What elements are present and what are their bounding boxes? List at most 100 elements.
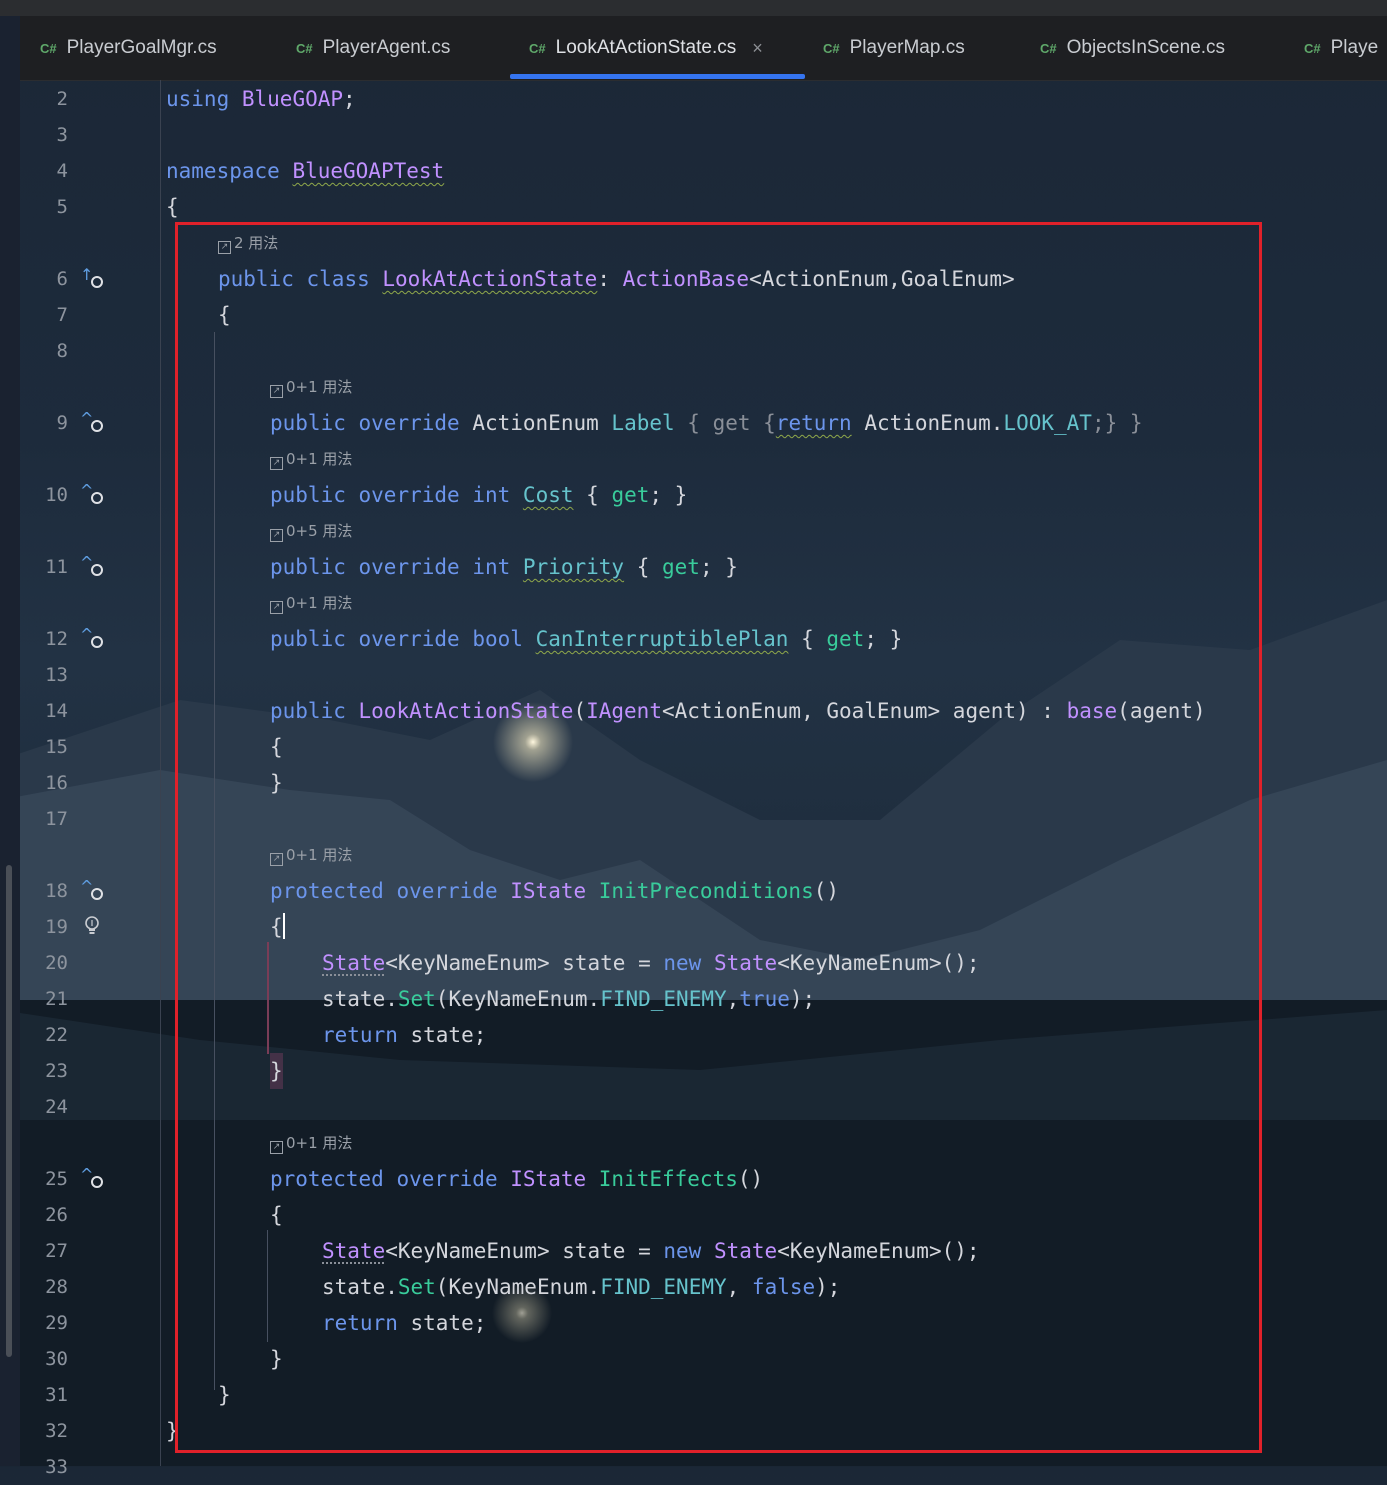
- code-line-16: 16 }: [0, 765, 1387, 801]
- code-line-18: 18 ^ protected override IState InitPreco…: [0, 873, 1387, 909]
- line-number: 20: [45, 952, 68, 974]
- line-number: 33: [45, 1456, 68, 1478]
- line-number: 24: [45, 1096, 68, 1118]
- code-line-23: 23 }: [0, 1053, 1387, 1089]
- line-number: 6: [56, 268, 68, 290]
- code-line-19: 19 {: [0, 909, 1387, 945]
- overrides-icon[interactable]: ^: [80, 625, 104, 651]
- code-line-5: 5 {: [0, 189, 1387, 225]
- line-number: 3: [56, 124, 68, 146]
- line-number: 21: [45, 988, 68, 1010]
- line-number: 11: [45, 556, 68, 578]
- usages-hint[interactable]: ↗ 2 用法: [218, 230, 278, 256]
- line-number: 23: [45, 1060, 68, 1082]
- code-line-32: 32 }: [0, 1413, 1387, 1449]
- overrides-icon[interactable]: ^: [80, 1165, 104, 1191]
- line-number: 18: [45, 880, 68, 902]
- line-number: 28: [45, 1276, 68, 1298]
- code-line-20: 20 State<KeyNameEnum> state = new State<…: [0, 945, 1387, 981]
- code-line-27: 27 State<KeyNameEnum> state = new State<…: [0, 1233, 1387, 1269]
- line-number: 22: [45, 1024, 68, 1046]
- line-number: 10: [45, 484, 68, 506]
- code-line-28: 28 state.Set(KeyNameEnum.FIND_ENEMY, fal…: [0, 1269, 1387, 1305]
- tab-label: LookAtActionState.cs: [555, 37, 737, 58]
- usages-icon: ↗: [270, 385, 283, 398]
- overrides-icon[interactable]: ^: [80, 877, 104, 903]
- line-number: 15: [45, 736, 68, 758]
- code-line-8: 8: [0, 333, 1387, 369]
- line-number: 16: [45, 772, 68, 794]
- usages-hint[interactable]: ↗ 0+5 用法: [270, 518, 352, 544]
- line-number: 31: [45, 1384, 68, 1406]
- usages-hint[interactable]: ↗ 0+1 用法: [270, 590, 352, 616]
- code-line-30: 30 }: [0, 1341, 1387, 1377]
- usages-hint[interactable]: ↗ 0+1 用法: [270, 374, 352, 400]
- tab-player-truncated[interactable]: C# Playe: [1304, 16, 1378, 80]
- line-number: 5: [56, 196, 68, 218]
- line-number: 2: [56, 88, 68, 110]
- csharp-file-icon: C#: [40, 40, 57, 56]
- keyword: using: [166, 87, 230, 111]
- line-number: 25: [45, 1168, 68, 1190]
- usages-icon: ↗: [270, 853, 283, 866]
- code-line-15: 15 {: [0, 729, 1387, 765]
- text-caret: [282, 913, 285, 939]
- csharp-file-icon: C#: [529, 40, 546, 56]
- code-line-21: 21 state.Set(KeyNameEnum.FIND_ENEMY,true…: [0, 981, 1387, 1017]
- tab-player-agent[interactable]: C# PlayerAgent.cs: [296, 16, 450, 80]
- tab-label: PlayerGoalMgr.cs: [66, 37, 217, 58]
- lightbulb-icon[interactable]: [84, 915, 100, 937]
- code-line-4: 4 namespace BlueGOAPTest: [0, 153, 1387, 189]
- code-line-22: 22 return state;: [0, 1017, 1387, 1053]
- code-line-11: 11 ^ public override int Priority { get;…: [0, 549, 1387, 585]
- usages-hint[interactable]: ↗ 0+1 用法: [270, 842, 352, 868]
- namespace-name: BlueGOAP: [241, 87, 344, 111]
- csharp-file-icon: C#: [823, 40, 840, 56]
- line-number: 30: [45, 1348, 68, 1370]
- tab-label: Playe: [1330, 37, 1379, 58]
- line-number: 4: [56, 160, 68, 182]
- line-number: 29: [45, 1312, 68, 1334]
- code-line-3: 3: [0, 117, 1387, 153]
- window-title-bar: [0, 0, 1387, 16]
- usages-hint[interactable]: ↗ 0+1 用法: [270, 1130, 352, 1156]
- editor-tab-bar: C# PlayerGoalMgr.cs C# PlayerAgent.cs C#…: [20, 16, 1387, 81]
- code-editor[interactable]: 2 using BlueGOAP; 3 4 namespace BlueGOAP…: [0, 80, 1387, 1478]
- line-number: 17: [45, 808, 68, 830]
- code-line-24: 24: [0, 1089, 1387, 1125]
- tab-player-map[interactable]: C# PlayerMap.cs: [823, 16, 965, 80]
- line-number: 12: [45, 628, 68, 650]
- code-line-17: 17: [0, 801, 1387, 837]
- code-line-26: 26 {: [0, 1197, 1387, 1233]
- overrides-icon[interactable]: ^: [80, 481, 104, 507]
- code-line-2: 2 using BlueGOAP;: [0, 81, 1387, 117]
- code-line-9: 9 ^ public override ActionEnum Label { g…: [0, 405, 1387, 441]
- line-number: 13: [45, 664, 68, 686]
- overrides-icon[interactable]: ^: [80, 553, 104, 579]
- overrides-icon[interactable]: ^: [80, 409, 104, 435]
- csharp-file-icon: C#: [1304, 40, 1321, 56]
- usages-hint[interactable]: ↗ 0+1 用法: [270, 446, 352, 472]
- code-line-12: 12 ^ public override bool CanInterruptib…: [0, 621, 1387, 657]
- class-name: LookAtActionState: [382, 267, 598, 291]
- active-tab-indicator: [510, 74, 805, 79]
- usages-icon: ↗: [270, 457, 283, 470]
- code-line-14: 14 public LookAtActionState(IAgent<Actio…: [0, 693, 1387, 729]
- line-number: 9: [56, 412, 68, 434]
- code-line-33: 33: [0, 1449, 1387, 1485]
- line-number: 14: [45, 700, 68, 722]
- csharp-file-icon: C#: [1040, 40, 1057, 56]
- tab-player-goal-mgr[interactable]: C# PlayerGoalMgr.cs: [40, 16, 217, 80]
- close-tab-icon[interactable]: ×: [752, 38, 763, 59]
- tab-label: ObjectsInScene.cs: [1066, 37, 1226, 58]
- line-number: 26: [45, 1204, 68, 1226]
- usages-icon: ↗: [270, 601, 283, 614]
- tab-objects-in-scene[interactable]: C# ObjectsInScene.cs: [1040, 16, 1225, 80]
- brace: {: [218, 303, 231, 327]
- code-line-29: 29 return state;: [0, 1305, 1387, 1341]
- tab-look-at-action-state[interactable]: C# LookAtActionState.cs ×: [529, 16, 763, 80]
- code-line-7: 7 {: [0, 297, 1387, 333]
- implemented-by-icon[interactable]: ↑: [80, 265, 104, 291]
- line-number: 7: [56, 304, 68, 326]
- usages-icon: ↗: [270, 1141, 283, 1154]
